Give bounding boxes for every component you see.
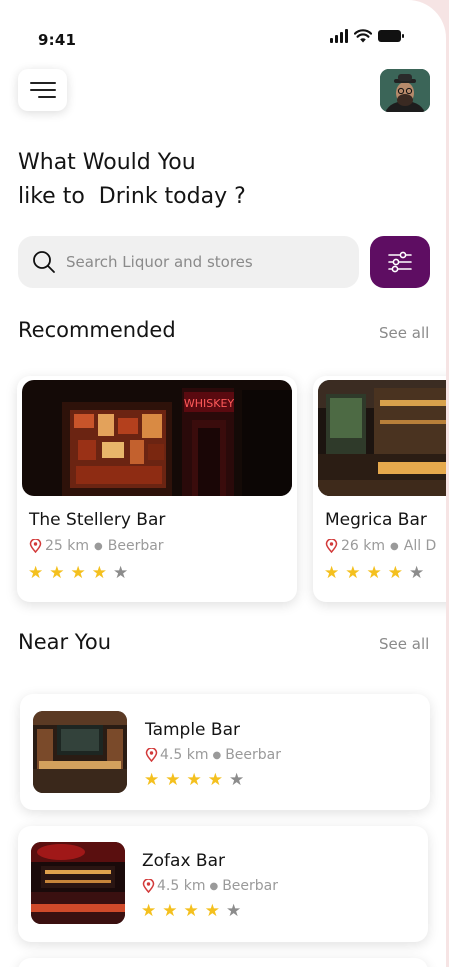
star-icon: ★ <box>366 563 382 583</box>
star-icon: ★ <box>49 563 65 583</box>
location-pin-icon <box>145 748 158 762</box>
rating-stars: ★ ★ ★ ★ ★ <box>141 903 241 920</box>
recommended-card[interactable]: Megrica Bar 26 km ● All D ★ ★ ★ ★ ★ <box>313 376 446 602</box>
title-line-2: like to Drink today ? <box>18 184 246 209</box>
user-avatar-image <box>380 69 430 112</box>
rating-stars: ★ ★ ★ ★ ★ <box>144 772 244 789</box>
bar-name: The Stellery Bar <box>29 510 166 530</box>
menu-button[interactable] <box>18 69 67 111</box>
bar-distance: 26 km <box>341 538 386 554</box>
bar-photo <box>318 380 446 496</box>
bar-meta: 4.5 km ● Beerbar <box>145 747 281 763</box>
recommended-see-all-link[interactable]: See all <box>379 324 429 342</box>
bar-type: All D <box>403 538 437 554</box>
star-icon: ★ <box>183 901 199 921</box>
bar-name: Tample Bar <box>145 720 240 740</box>
bar-meta: 25 km ● Beerbar <box>29 538 164 554</box>
location-pin-icon <box>325 539 338 553</box>
avatar[interactable] <box>380 69 430 112</box>
separator-dot: ● <box>209 880 219 892</box>
near-you-card[interactable] <box>18 958 428 967</box>
status-icons <box>330 29 404 43</box>
bar-type: Beerbar <box>222 878 279 894</box>
near-you-see-all-link[interactable]: See all <box>379 635 429 653</box>
bar-type: Beerbar <box>107 538 164 554</box>
star-icon: ★ <box>207 770 223 790</box>
search-placeholder: Search Liquor and stores <box>66 253 253 271</box>
bar-name: Zofax Bar <box>142 851 225 871</box>
star-icon: ★ <box>91 563 107 583</box>
star-empty-icon: ★ <box>229 770 245 790</box>
battery-icon <box>378 30 404 42</box>
wifi-icon <box>354 29 372 43</box>
bar-photo: WHISKEY <box>22 380 292 496</box>
sliders-icon <box>388 251 412 273</box>
bar-distance: 4.5 km <box>157 878 206 894</box>
status-time: 9:41 <box>38 31 77 49</box>
bar-distance: 25 km <box>45 538 90 554</box>
bar-meta: 26 km ● All D <box>325 538 436 554</box>
bar-meta: 4.5 km ● Beerbar <box>142 878 278 894</box>
star-icon: ★ <box>165 770 181 790</box>
cellular-signal-icon <box>330 29 348 43</box>
star-empty-icon: ★ <box>113 563 129 583</box>
near-you-card[interactable]: Zofax Bar 4.5 km ● Beerbar ★ ★ ★ ★ ★ <box>18 826 428 942</box>
app-screen: 9:41 What Would You like to Drink today … <box>0 0 446 967</box>
star-icon: ★ <box>144 770 160 790</box>
separator-dot: ● <box>390 540 399 552</box>
star-icon: ★ <box>345 563 361 583</box>
recommended-card[interactable]: WHISKEY The Stellery Bar 25 km ● Beerbar… <box>17 376 297 602</box>
title-line-1: What Would You <box>18 150 196 175</box>
rating-stars: ★ ★ ★ ★ ★ <box>28 565 128 582</box>
star-icon: ★ <box>28 563 44 583</box>
location-pin-icon <box>142 879 155 893</box>
star-empty-icon: ★ <box>409 563 425 583</box>
search-input[interactable]: Search Liquor and stores <box>18 236 359 288</box>
star-icon: ★ <box>162 901 178 921</box>
separator-dot: ● <box>94 540 103 552</box>
whiskey-sign: WHISKEY <box>184 397 235 410</box>
bar-distance: 4.5 km <box>160 747 209 763</box>
near-you-heading: Near You <box>18 630 112 654</box>
location-pin-icon <box>29 539 42 553</box>
star-icon: ★ <box>387 563 403 583</box>
recommended-heading: Recommended <box>18 318 176 342</box>
bar-photo <box>33 711 127 793</box>
star-empty-icon: ★ <box>226 901 242 921</box>
star-icon: ★ <box>204 901 220 921</box>
search-icon <box>33 251 55 273</box>
star-icon: ★ <box>141 901 157 921</box>
star-icon: ★ <box>186 770 202 790</box>
bar-name: Megrica Bar <box>325 510 427 530</box>
bar-type: Beerbar <box>225 747 282 763</box>
star-icon: ★ <box>70 563 86 583</box>
filter-button[interactable] <box>370 236 430 288</box>
page-title: What Would You like to Drink today ? <box>18 146 246 214</box>
star-icon: ★ <box>324 563 340 583</box>
rating-stars: ★ ★ ★ ★ ★ <box>324 565 424 582</box>
near-you-card[interactable]: Tample Bar 4.5 km ● Beerbar ★ ★ ★ ★ ★ <box>20 694 430 810</box>
bar-photo <box>31 842 125 924</box>
separator-dot: ● <box>212 749 222 761</box>
